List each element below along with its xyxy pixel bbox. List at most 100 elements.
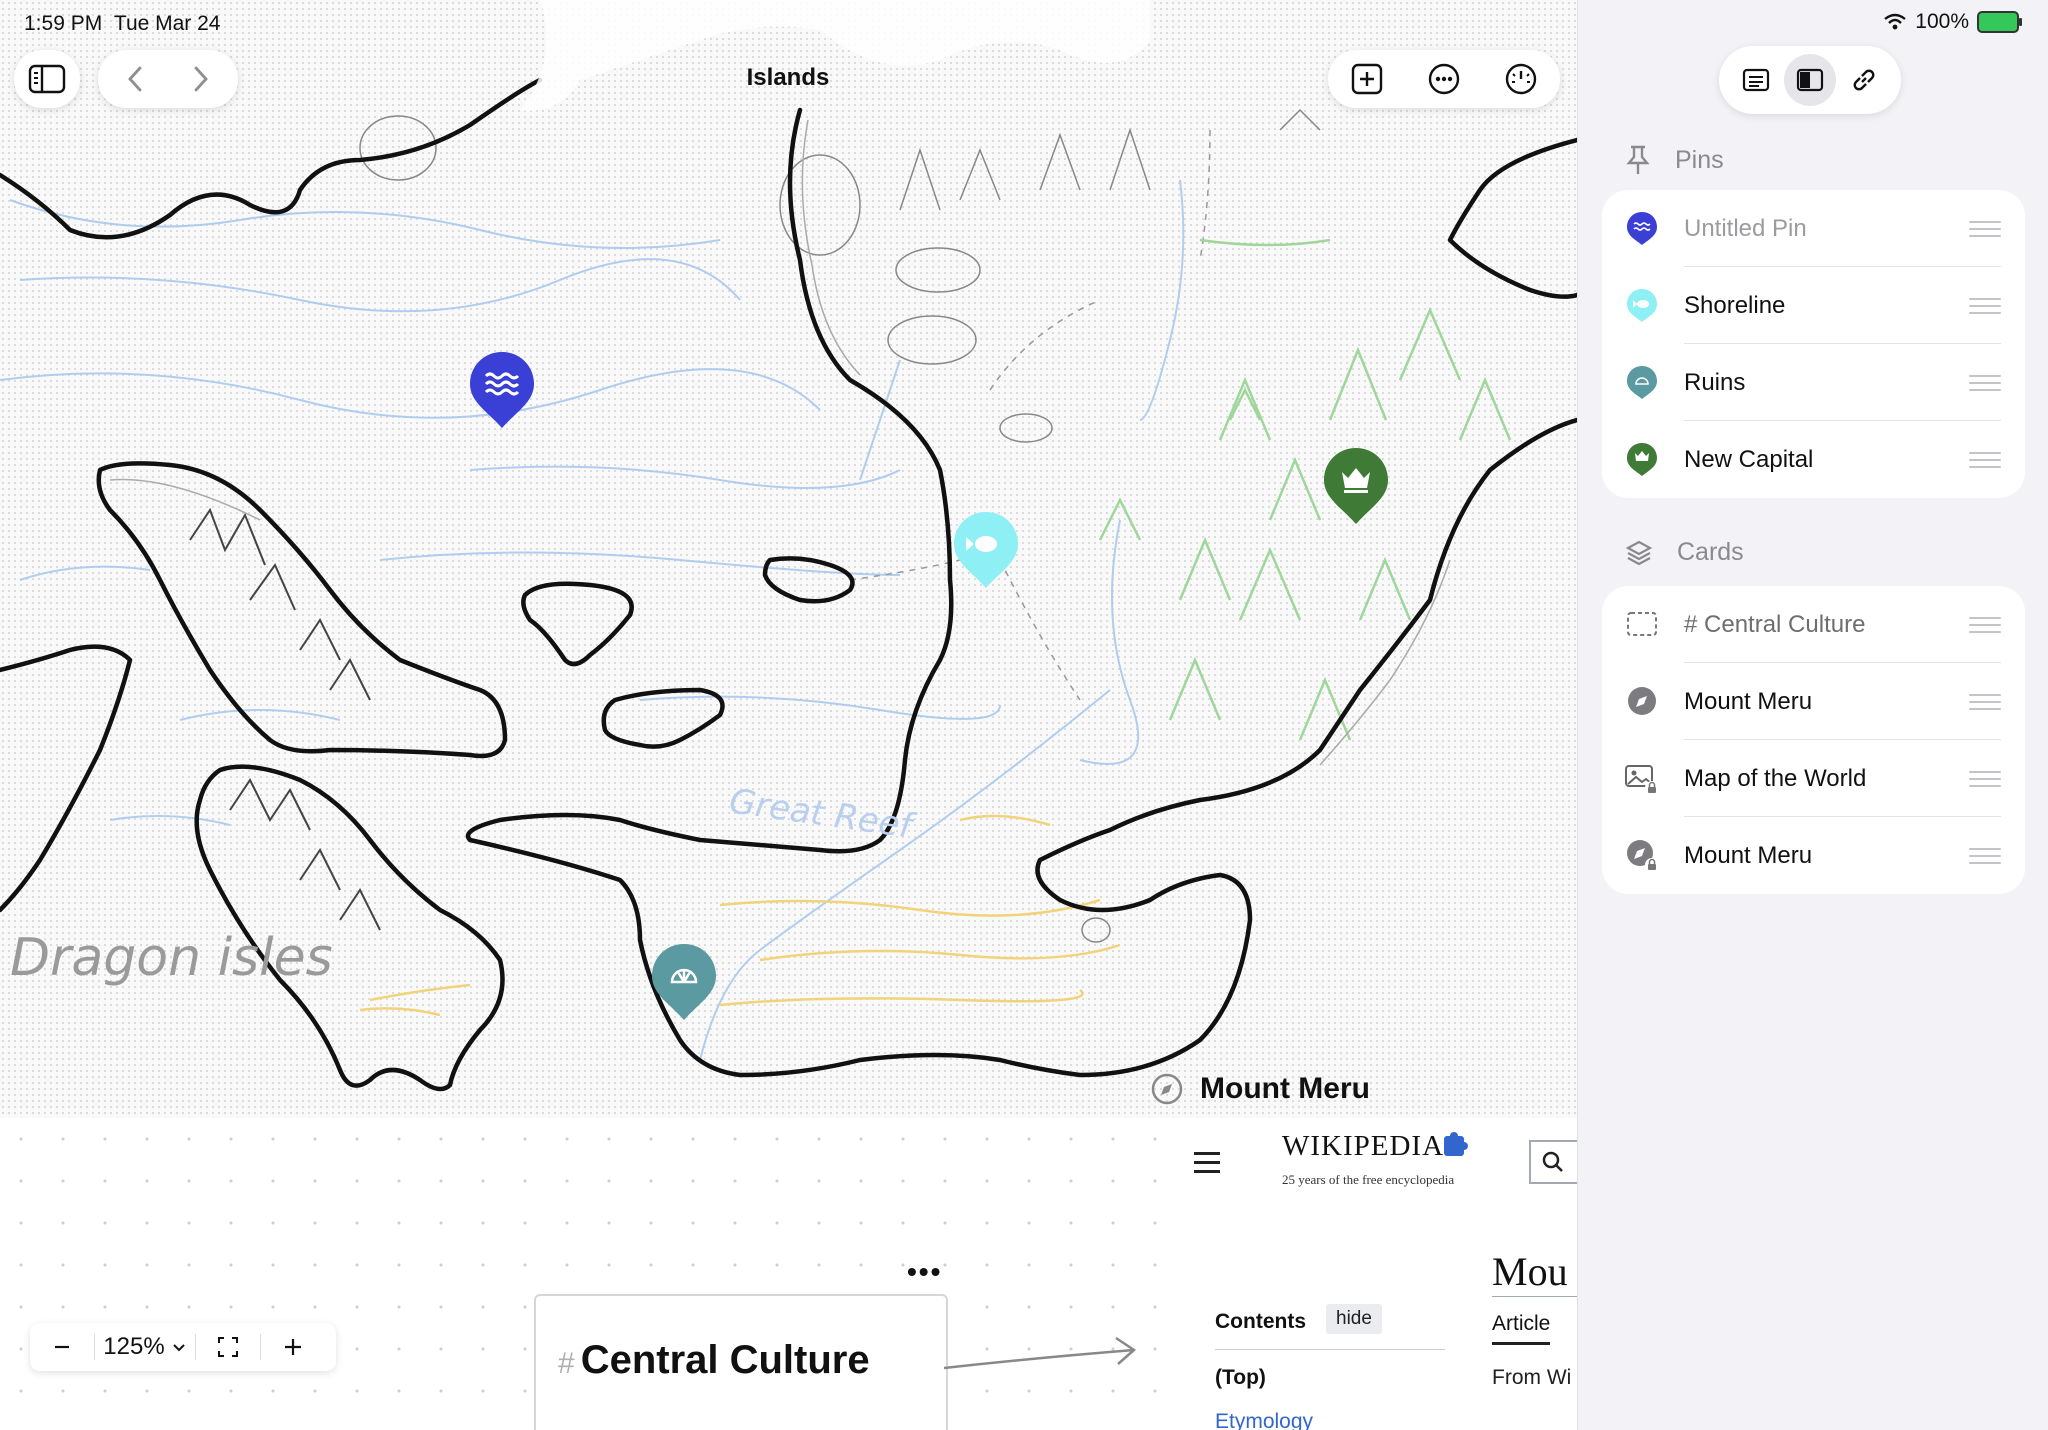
status-time: 1:59 PM Tue Mar 24 bbox=[24, 12, 221, 35]
inspector-button[interactable] bbox=[1499, 57, 1543, 101]
wifi-icon bbox=[1884, 13, 1907, 30]
sidebar-icon bbox=[28, 64, 66, 94]
pin-untitled[interactable] bbox=[468, 350, 536, 430]
sidebar: 100% Pins Untitled Pin Shoreline Ruins N… bbox=[1577, 0, 2048, 1430]
card-title: # Central Culture bbox=[558, 1338, 870, 1382]
view-split-button[interactable] bbox=[1784, 54, 1836, 106]
toc-hide-button[interactable]: hide bbox=[1326, 1304, 1382, 1334]
pin-label: New Capital bbox=[1684, 445, 1814, 473]
search-icon bbox=[1542, 1151, 1563, 1172]
battery-percentage: 100% bbox=[1915, 10, 1969, 33]
ellipsis-circle-icon bbox=[1428, 63, 1460, 95]
zoom-level-dropdown[interactable]: 125% bbox=[95, 1323, 195, 1371]
plus-square-icon bbox=[1351, 63, 1382, 95]
card-row[interactable]: # Central Culture bbox=[1602, 586, 2025, 663]
crown-icon bbox=[1627, 443, 1657, 476]
pin-shoreline[interactable] bbox=[952, 510, 1020, 590]
drag-handle-icon[interactable] bbox=[1969, 452, 2001, 473]
zoom-in-button[interactable] bbox=[261, 1323, 325, 1371]
web-card-title[interactable]: Mount Meru bbox=[1200, 1072, 1370, 1106]
sidebar-toggle-button[interactable] bbox=[14, 50, 80, 108]
gauge-icon bbox=[1506, 63, 1537, 95]
card-label: Mount Meru bbox=[1684, 687, 1813, 715]
sidebar-view-switcher bbox=[1719, 46, 1901, 114]
pin-ruins[interactable] bbox=[650, 942, 718, 1022]
wiki-article-title: Mou bbox=[1492, 1249, 1568, 1294]
more-button[interactable] bbox=[1422, 57, 1466, 101]
wiki-search-button[interactable] bbox=[1529, 1140, 1577, 1184]
web-card-preview[interactable]: WIKIPEDIA 25 years of the free encyclope… bbox=[1170, 1130, 1577, 1430]
article-tab[interactable]: Article bbox=[1492, 1312, 1551, 1345]
back-button[interactable] bbox=[114, 57, 158, 101]
plus-icon bbox=[285, 1339, 301, 1355]
map-label-great-reef: Great Reef bbox=[727, 781, 919, 847]
fullscreen-icon bbox=[218, 1337, 238, 1357]
cards-section-header: Cards bbox=[1625, 538, 1744, 567]
view-list-button[interactable] bbox=[1730, 54, 1782, 106]
puzzle-icon bbox=[1444, 1132, 1468, 1156]
pin-new-capital[interactable] bbox=[1322, 446, 1390, 526]
card-row[interactable]: Mount Meru bbox=[1602, 663, 2025, 740]
toolbar-actions bbox=[1328, 50, 1560, 108]
zoom-out-button[interactable] bbox=[30, 1323, 94, 1371]
hand-drawn-map: Dragon isles Great Reef bbox=[0, 0, 1577, 1092]
document-title[interactable]: Islands bbox=[700, 64, 876, 92]
drag-handle-icon[interactable] bbox=[1969, 694, 2001, 715]
map-canvas[interactable]: Dragon isles Great Reef Mount Meru WIKIP… bbox=[0, 0, 1577, 1430]
pin-row[interactable]: Shoreline bbox=[1602, 267, 2025, 344]
card-central-culture[interactable]: # Central Culture bbox=[534, 1294, 948, 1430]
chevron-left-icon bbox=[128, 66, 142, 92]
wiki-logo[interactable]: WIKIPEDIA bbox=[1282, 1130, 1444, 1163]
battery-icon bbox=[1977, 11, 2022, 33]
drag-handle-icon[interactable] bbox=[1969, 848, 2001, 869]
cards-list: # Central Culture Mount Meru Map of the bbox=[1602, 586, 2025, 894]
chevron-right-icon bbox=[194, 66, 208, 92]
drag-handle-icon[interactable] bbox=[1969, 375, 2001, 396]
connector-arrow[interactable] bbox=[944, 1330, 1144, 1380]
shell-icon bbox=[1627, 366, 1657, 399]
waves-icon bbox=[1627, 212, 1657, 245]
pin-icon bbox=[1626, 145, 1650, 174]
card-row[interactable]: Mount Meru bbox=[1602, 817, 2025, 894]
drag-handle-icon[interactable] bbox=[1969, 771, 2001, 792]
zoom-controls: 125% bbox=[30, 1323, 336, 1371]
pin-label: Ruins bbox=[1684, 368, 1746, 396]
pin-row[interactable]: Untitled Pin bbox=[1602, 190, 2025, 267]
card-label: Mount Meru bbox=[1684, 841, 1813, 869]
drag-handle-icon[interactable] bbox=[1969, 617, 2001, 638]
compass-icon bbox=[1628, 687, 1656, 715]
link-icon bbox=[1853, 69, 1875, 91]
add-button[interactable] bbox=[1345, 57, 1389, 101]
status-indicators: 100% bbox=[1883, 10, 2022, 34]
compass-icon bbox=[1151, 1073, 1183, 1105]
wiki-menu-icon[interactable] bbox=[1194, 1152, 1220, 1173]
locked-compass-icon bbox=[1627, 840, 1659, 872]
pin-row[interactable]: Ruins bbox=[1602, 344, 2025, 421]
toc-etymology-link[interactable]: Etymology bbox=[1215, 1410, 1313, 1430]
pins-list: Untitled Pin Shoreline Ruins New Capital bbox=[1602, 190, 2025, 498]
article-intro: From Wi bbox=[1492, 1366, 1572, 1389]
card-row[interactable]: Map of the World bbox=[1602, 740, 2025, 817]
fit-to-screen-button[interactable] bbox=[196, 1323, 260, 1371]
layers-icon bbox=[1625, 540, 1653, 565]
card-label: Map of the World bbox=[1684, 764, 1867, 792]
drag-handle-icon[interactable] bbox=[1969, 221, 2001, 242]
card-more-button[interactable]: ••• bbox=[907, 1256, 942, 1288]
locked-image-icon bbox=[1625, 765, 1659, 795]
pin-label: Untitled Pin bbox=[1684, 214, 1807, 242]
view-links-button[interactable] bbox=[1838, 54, 1890, 106]
navigation-buttons bbox=[98, 50, 238, 108]
split-view-icon bbox=[1796, 68, 1824, 92]
forward-button[interactable] bbox=[178, 57, 222, 101]
drag-handle-icon[interactable] bbox=[1969, 298, 2001, 319]
dashed-card-icon bbox=[1627, 612, 1657, 636]
toc-heading: Contents bbox=[1215, 1310, 1306, 1333]
pins-section-header: Pins bbox=[1625, 144, 1724, 176]
pin-row[interactable]: New Capital bbox=[1602, 421, 2025, 498]
fish-icon bbox=[1627, 289, 1657, 322]
minus-icon bbox=[55, 1345, 69, 1349]
pin-label: Shoreline bbox=[1684, 291, 1786, 319]
map-label-dragon-isles: Dragon isles bbox=[10, 928, 333, 988]
card-label: # Central Culture bbox=[1684, 610, 1866, 638]
toc-top-link[interactable]: (Top) bbox=[1215, 1366, 1266, 1390]
